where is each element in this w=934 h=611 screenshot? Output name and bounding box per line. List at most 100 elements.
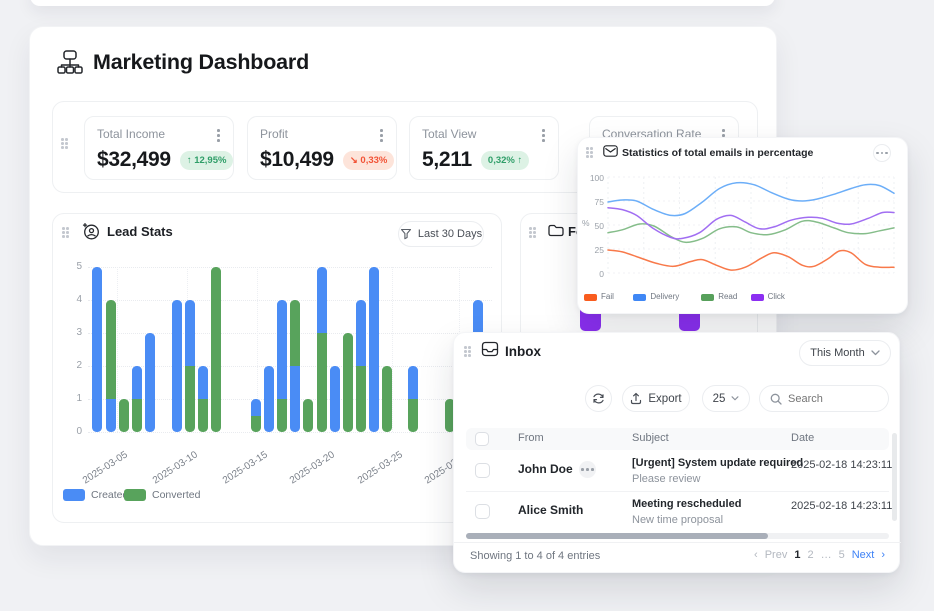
lead-bar-segment-created — [356, 300, 366, 366]
lead-stats-icon — [81, 221, 101, 241]
lead-bar — [343, 333, 353, 432]
lead-bar — [290, 300, 300, 432]
column-header-date: Date — [791, 432, 814, 444]
lead-y-tick: 4 — [58, 294, 82, 305]
lead-bar-segment-converted — [303, 399, 313, 432]
select-all-checkbox[interactable] — [475, 432, 489, 446]
email-legend-label-click: Click — [768, 292, 785, 301]
inbox-table-row[interactable]: John Doe[Urgent] System update requiredP… — [466, 450, 889, 491]
inbox-table-header: From Subject Date — [466, 428, 889, 450]
row-subject: [Urgent] System update required — [632, 457, 803, 469]
lead-y-tick: 5 — [58, 261, 82, 272]
filter-funnel-icon — [400, 228, 412, 240]
vertical-scrollbar[interactable] — [892, 433, 897, 521]
stat-card-title: Total View — [422, 127, 546, 141]
stats-row-drag-handle[interactable] — [61, 138, 69, 150]
lead-bar-segment-created — [264, 366, 274, 432]
search-icon — [770, 393, 782, 405]
inbox-footer-divider — [454, 542, 901, 543]
row-more-badge[interactable] — [579, 461, 596, 478]
lead-bar-segment-converted — [211, 267, 221, 432]
email-chart-y-unit: % — [582, 218, 590, 228]
card-menu-icon[interactable] — [378, 127, 385, 144]
inbox-table-row[interactable]: Alice SmithMeeting rescheduledNew time p… — [466, 491, 889, 532]
chevron-down-icon — [731, 396, 739, 401]
column-header-subject: Subject — [632, 432, 669, 444]
inbox-panel: Inbox This Month Export 25 — [453, 332, 900, 573]
pagination-item-5[interactable]: 5 — [839, 549, 845, 561]
chevron-down-icon — [871, 350, 880, 356]
pagination-item-Prev[interactable]: Prev — [765, 549, 788, 561]
lead-bar-segment-created — [369, 267, 379, 432]
ellipsis-icon — [876, 152, 888, 155]
lead-x-tick: 2025-03-15 — [202, 449, 270, 499]
inbox-entries-summary: Showing 1 to 4 of 4 entries — [470, 550, 600, 562]
pagination-item-[interactable]: … — [821, 549, 832, 561]
lead-bar-segment-converted — [382, 366, 392, 432]
lead-bar-segment-created — [290, 366, 300, 432]
lead-stats-drag-handle[interactable] — [62, 227, 70, 239]
legend-label-converted: Converted — [152, 489, 200, 501]
lead-bar — [145, 333, 155, 432]
pagination-item-1[interactable]: 1 — [794, 549, 800, 561]
inbox-pagination: ‹ Prev 12 … 5 Next › — [754, 549, 885, 561]
folder-panel-drag-handle[interactable] — [529, 227, 537, 239]
folder-icon — [548, 223, 564, 237]
row-checkbox[interactable] — [475, 463, 490, 478]
lead-bar-segment-created — [330, 366, 340, 432]
refresh-button[interactable] — [585, 385, 612, 412]
stat-card-badge: ↑ 12,95% — [180, 151, 234, 170]
export-icon — [630, 392, 642, 405]
pagination-item-2[interactable]: 2 — [807, 549, 813, 561]
stat-card-value: $32,499 — [97, 148, 171, 172]
search-box[interactable] — [759, 385, 889, 412]
email-legend-label-read: Read — [718, 292, 737, 301]
lead-y-tick: 0 — [58, 426, 82, 437]
row-preview: Please review — [632, 473, 700, 485]
lead-stats-filter-button[interactable]: Last 30 Days — [398, 221, 484, 247]
pagination-item-Next[interactable]: Next — [852, 549, 875, 561]
lead-bar-segment-converted — [106, 300, 116, 399]
lead-stats-title: Lead Stats — [107, 224, 173, 239]
lead-bar — [277, 300, 287, 432]
horizontal-scrollbar-thumb[interactable] — [466, 533, 768, 539]
inbox-period-dropdown[interactable]: This Month — [799, 340, 891, 366]
legend-label-created: Created — [91, 489, 128, 501]
lead-bar-segment-converted — [198, 399, 208, 432]
email-legend-swatch-delivery — [633, 294, 646, 301]
lead-bar-segment-created — [145, 333, 155, 432]
row-checkbox[interactable] — [475, 504, 490, 519]
row-date: 2025-02-18 14:23:11 — [791, 459, 892, 471]
email-legend-label-fail: Fail — [601, 292, 614, 301]
row-subject: Meeting rescheduled — [632, 498, 741, 510]
search-input[interactable] — [788, 393, 878, 405]
card-menu-icon[interactable] — [215, 127, 222, 144]
email-stats-menu-button[interactable] — [873, 144, 891, 162]
card-menu-icon[interactable] — [540, 127, 547, 144]
lead-stats-panel: Lead Stats Last 30 Days Created Converte… — [52, 213, 502, 523]
pagination-item-[interactable]: ‹ — [754, 549, 758, 561]
lead-bar-segment-converted — [317, 333, 327, 432]
lead-gridline-v — [117, 267, 118, 432]
lead-x-tick: 2025-03-20 — [269, 449, 337, 499]
export-button[interactable]: Export — [622, 385, 690, 412]
lead-bar — [369, 267, 379, 432]
lead-bar — [106, 300, 116, 432]
stat-card: Total Income$32,499↑ 12,95% — [84, 116, 234, 180]
lead-bar — [211, 267, 221, 432]
inbox-drag-handle[interactable] — [464, 346, 472, 358]
stat-card-title: Profit — [260, 127, 384, 141]
lead-bar — [92, 267, 102, 432]
lead-bar-segment-converted — [185, 366, 195, 432]
email-stats-drag-handle[interactable] — [586, 147, 594, 159]
lead-bar-segment-created — [251, 399, 261, 416]
pagination-item-[interactable]: › — [881, 549, 885, 561]
email-legend-swatch-click — [751, 294, 764, 301]
lead-bar-segment-converted — [290, 300, 300, 366]
lead-bar — [119, 399, 129, 432]
page: { "header": { "title": "Marketing Dashbo… — [0, 0, 934, 611]
row-date: 2025-02-18 14:23:11 — [791, 500, 892, 512]
lead-bar — [264, 366, 274, 432]
page-size-dropdown[interactable]: 25 — [702, 385, 750, 412]
lead-bar — [172, 300, 182, 432]
